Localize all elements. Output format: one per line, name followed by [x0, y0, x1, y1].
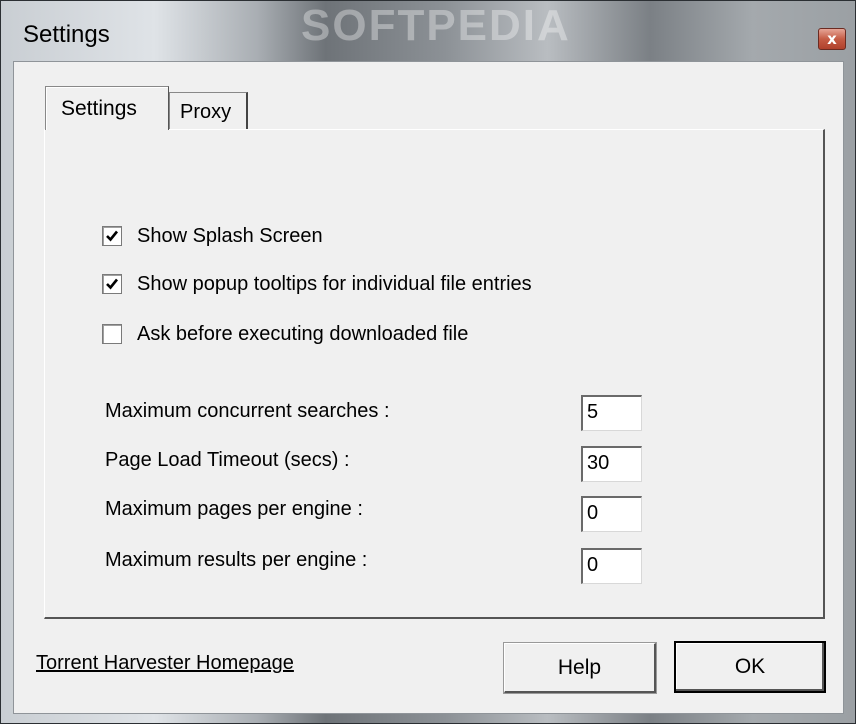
checkmark-icon	[106, 230, 119, 242]
show-popup-tooltips-checkbox[interactable]	[102, 274, 122, 294]
show-splash-screen-label: Show Splash Screen	[137, 224, 323, 247]
ask-before-executing-checkbox[interactable]	[102, 324, 122, 344]
checkmark-icon	[106, 278, 119, 290]
max-pages-per-engine-input[interactable]: 0	[581, 496, 642, 532]
title-bar[interactable]: SOFTPEDIA Settings x	[1, 1, 855, 65]
ok-button-label: OK	[734, 655, 766, 678]
page-load-timeout-label: Page Load Timeout (secs) :	[105, 449, 350, 471]
help-button[interactable]: Help	[504, 643, 656, 693]
close-icon: x	[827, 30, 837, 48]
max-concurrent-searches-input[interactable]: 5	[581, 395, 642, 431]
tab-settings[interactable]: Settings	[45, 86, 169, 130]
max-pages-per-engine-label: Maximum pages per engine :	[105, 498, 363, 520]
ok-button[interactable]: OK	[674, 641, 826, 693]
show-splash-screen-row[interactable]: Show Splash Screen	[102, 224, 323, 248]
tab-settings-label: Settings	[61, 97, 137, 120]
max-results-per-engine-label: Maximum results per engine :	[105, 549, 368, 571]
help-button-label: Help	[557, 655, 602, 679]
tab-proxy[interactable]: Proxy	[169, 92, 248, 130]
tab-proxy-label: Proxy	[180, 101, 232, 123]
settings-tab-panel: Show Splash Screen Show popup tooltips f…	[44, 129, 825, 619]
window-title: Settings	[23, 21, 110, 48]
show-popup-tooltips-label: Show popup tooltips for individual file …	[137, 272, 532, 295]
ask-before-executing-row[interactable]: Ask before executing downloaded file	[102, 322, 468, 346]
page-load-timeout-input[interactable]: 30	[581, 446, 642, 482]
show-splash-screen-checkbox[interactable]	[102, 226, 122, 246]
max-concurrent-searches-label: Maximum concurrent searches :	[105, 400, 390, 422]
watermark-logo: SOFTPEDIA	[301, 1, 571, 50]
settings-dialog: SOFTPEDIA Settings x Settings Proxy Show…	[0, 0, 856, 724]
show-popup-tooltips-row[interactable]: Show popup tooltips for individual file …	[102, 272, 532, 296]
dialog-client-area: Settings Proxy Show Splash Screen Show p…	[13, 61, 844, 714]
torrent-harvester-homepage-link[interactable]: Torrent Harvester Homepage	[36, 652, 294, 675]
close-button[interactable]: x	[818, 28, 846, 50]
max-results-per-engine-input[interactable]: 0	[581, 548, 642, 584]
ask-before-executing-label: Ask before executing downloaded file	[137, 322, 469, 345]
